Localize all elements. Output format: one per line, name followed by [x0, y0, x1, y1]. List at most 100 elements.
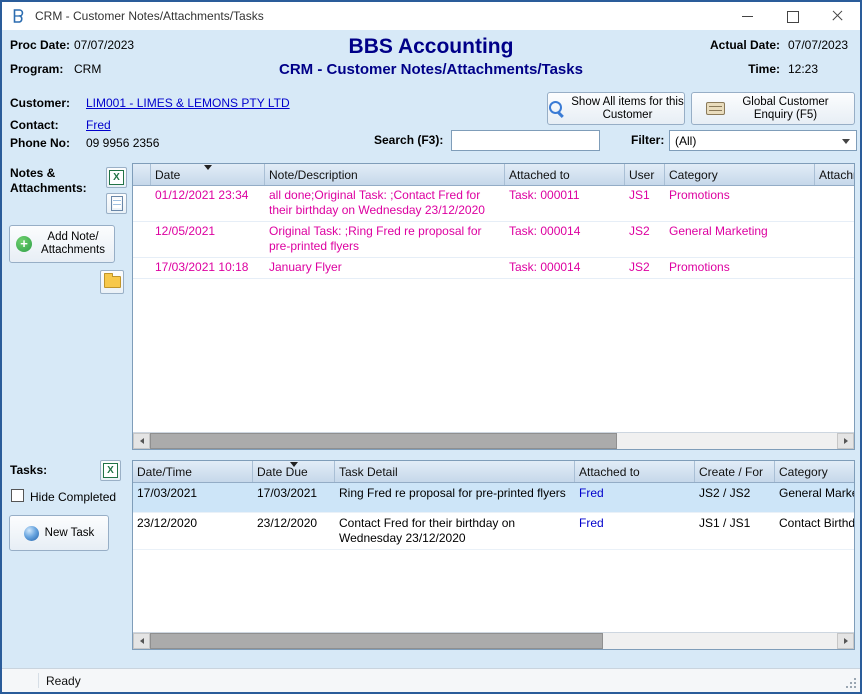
- search-input[interactable]: [451, 130, 600, 151]
- tasks-horizontal-scrollbar: [133, 632, 854, 649]
- global-enquiry-label: Global Customer Enquiry (F5): [731, 96, 841, 122]
- note-category-cell: General Marketing: [665, 222, 815, 257]
- scrollbar-track: [150, 433, 837, 449]
- notes-row[interactable]: 17/03/2021 10:18 January Flyer Task: 000…: [133, 258, 854, 279]
- export-notes-excel-button[interactable]: X: [106, 167, 127, 188]
- scroll-left-icon[interactable]: [133, 633, 150, 649]
- app-window: CRM - Customer Notes/Attachments/Tasks P…: [0, 0, 862, 694]
- time-value: 12:23: [788, 62, 818, 76]
- resize-grip-icon[interactable]: [844, 676, 857, 689]
- note-attachment-cell: [815, 222, 854, 257]
- phone-label: Phone No:: [10, 136, 70, 150]
- open-attachment-folder-button[interactable]: [100, 270, 124, 294]
- tasks-header-create-for[interactable]: Create / For: [695, 461, 775, 482]
- main-area: Proc Date: 07/07/2023 Program: CRM BBS A…: [2, 30, 860, 668]
- filter-selected-value: (All): [675, 134, 696, 148]
- excel-icon: X: [109, 170, 124, 185]
- folder-icon: [104, 276, 121, 288]
- tasks-header-detail[interactable]: Task Detail: [335, 461, 575, 482]
- task-due-cell: 23/12/2020: [253, 513, 335, 549]
- statusbar-divider: [38, 673, 39, 688]
- view-note-document-button[interactable]: [106, 193, 127, 214]
- notes-header-category[interactable]: Category: [665, 164, 815, 185]
- show-all-items-label: Show All items for this Customer: [571, 96, 684, 122]
- filter-label: Filter:: [631, 133, 664, 147]
- notes-row[interactable]: 01/12/2021 23:34 all done;Original Task:…: [133, 186, 854, 222]
- search-label: Search (F3):: [374, 133, 443, 147]
- tasks-table-header: Date/Time Date Due Task Detail Attached …: [133, 461, 854, 483]
- new-task-button[interactable]: New Task: [9, 515, 109, 551]
- tasks-table-body: 17/03/2021 17/03/2021 Ring Fred re propo…: [133, 483, 854, 632]
- row-selector-cell: [133, 222, 151, 257]
- scroll-right-icon[interactable]: [837, 433, 854, 449]
- task-create-for-cell: JS2 / JS2: [695, 483, 775, 512]
- contact-label: Contact:: [10, 118, 59, 132]
- tasks-header-datetime[interactable]: Date/Time: [133, 461, 253, 482]
- notes-header-user[interactable]: User: [625, 164, 665, 185]
- notes-header-attached-to[interactable]: Attached to: [505, 164, 625, 185]
- scrollbar-track: [150, 633, 837, 649]
- task-category-cell: General Marketing: [775, 483, 854, 512]
- new-task-label: New Task: [45, 527, 95, 540]
- note-date-cell: 17/03/2021 10:18: [151, 258, 265, 278]
- excel-icon: X: [103, 463, 118, 478]
- customer-link[interactable]: LIM001 - LIMES & LEMONS PTY LTD: [86, 96, 290, 110]
- note-date-cell: 01/12/2021 23:34: [151, 186, 265, 221]
- actual-date-value: 07/07/2023: [788, 38, 848, 52]
- row-selector-cell: [133, 258, 151, 278]
- sort-descending-icon: [290, 462, 298, 467]
- show-all-items-button[interactable]: Show All items for this Customer: [547, 92, 685, 125]
- notes-header-description[interactable]: Note/Description: [265, 164, 505, 185]
- note-attached-cell: Task: 000014: [505, 258, 625, 278]
- notes-header-selector: [133, 164, 151, 185]
- scroll-right-icon[interactable]: [837, 633, 854, 649]
- phone-value: 09 9956 2356: [86, 136, 159, 150]
- note-user-cell: JS1: [625, 186, 665, 221]
- note-description-cell: Original Task: ;Ring Fred re proposal fo…: [265, 222, 505, 257]
- notes-table: Date Note/Description Attached to User C…: [132, 163, 855, 450]
- note-date-cell: 12/05/2021: [151, 222, 265, 257]
- scroll-left-icon[interactable]: [133, 433, 150, 449]
- notes-horizontal-scrollbar: [133, 432, 854, 449]
- global-enquiry-button[interactable]: Global Customer Enquiry (F5): [691, 92, 855, 125]
- note-attached-cell: Task: 000011: [505, 186, 625, 221]
- minimize-icon[interactable]: [725, 2, 770, 30]
- add-note-button[interactable]: + Add Note/ Attachments: [9, 225, 115, 263]
- notes-table-header: Date Note/Description Attached to User C…: [133, 164, 854, 186]
- scrollbar-thumb[interactable]: [150, 633, 603, 649]
- task-row-selected[interactable]: 17/03/2021 17/03/2021 Ring Fred re propo…: [133, 483, 854, 513]
- note-attachment-cell: [815, 186, 854, 221]
- export-tasks-excel-button[interactable]: X: [100, 460, 121, 481]
- tasks-section-label: Tasks:: [10, 463, 47, 477]
- notes-header-date[interactable]: Date: [151, 164, 265, 185]
- title-bar: CRM - Customer Notes/Attachments/Tasks: [2, 2, 860, 30]
- note-attached-cell: Task: 000014: [505, 222, 625, 257]
- note-description-cell: all done;Original Task: ;Contact Fred fo…: [265, 186, 505, 221]
- task-row[interactable]: 23/12/2020 23/12/2020 Contact Fred for t…: [133, 513, 854, 550]
- hide-completed-checkbox[interactable]: [11, 489, 24, 502]
- search-icon: [548, 100, 565, 117]
- notes-row[interactable]: 12/05/2021 Original Task: ;Ring Fred re …: [133, 222, 854, 258]
- document-icon: [111, 196, 123, 211]
- close-icon[interactable]: [815, 2, 860, 30]
- row-selector-cell: [133, 186, 151, 221]
- contact-link[interactable]: Fred: [86, 118, 111, 132]
- scrollbar-thumb[interactable]: [150, 433, 617, 449]
- tasks-header-category[interactable]: Category: [775, 461, 855, 482]
- maximize-icon[interactable]: [770, 2, 815, 30]
- tasks-header-date-due[interactable]: Date Due: [253, 461, 335, 482]
- notes-header-attachment[interactable]: Attachment: [815, 164, 855, 185]
- notes-table-body: 01/12/2021 23:34 all done;Original Task:…: [133, 186, 854, 432]
- task-datetime-cell: 17/03/2021: [133, 483, 253, 512]
- add-note-label: Add Note/ Attachments: [38, 231, 108, 257]
- note-category-cell: Promotions: [665, 186, 815, 221]
- note-category-cell: Promotions: [665, 258, 815, 278]
- note-attachment-cell: [815, 258, 854, 278]
- sort-descending-icon: [204, 165, 212, 170]
- window-controls: [725, 2, 860, 30]
- filter-dropdown[interactable]: (All): [669, 130, 857, 151]
- hide-completed-label[interactable]: Hide Completed: [30, 490, 116, 504]
- status-bar: Ready: [2, 668, 860, 692]
- tasks-header-attached-to[interactable]: Attached to: [575, 461, 695, 482]
- actual-date-label: Actual Date:: [700, 38, 780, 52]
